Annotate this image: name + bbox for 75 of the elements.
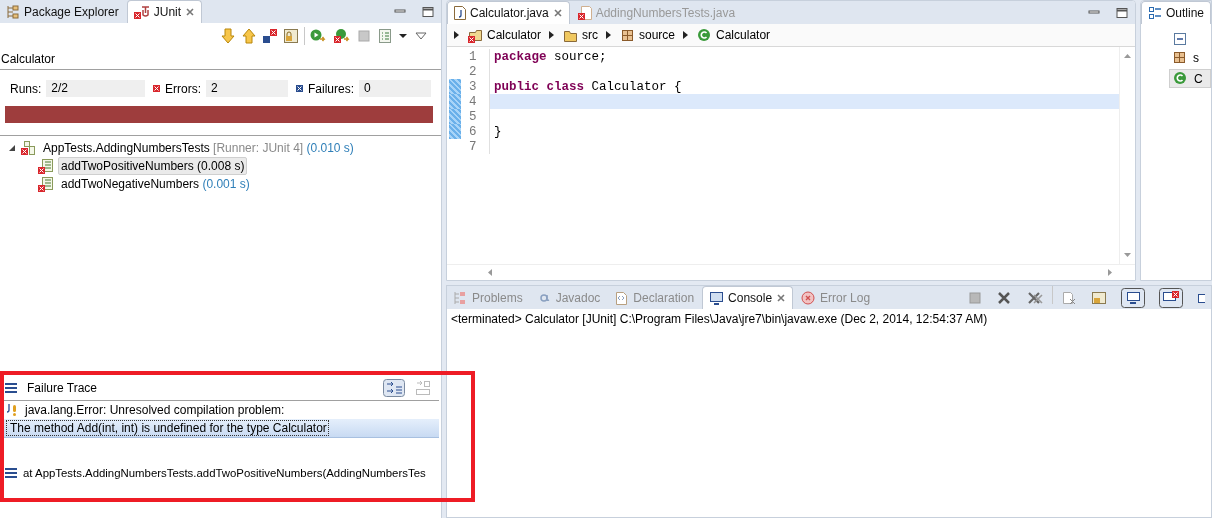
panel-title: Failure Trace [27, 381, 98, 395]
down-arrow-icon[interactable] [219, 28, 236, 44]
scroll-lock-icon[interactable] [282, 28, 299, 44]
breadcrumb-item[interactable]: Calculator [695, 27, 773, 43]
class-icon [697, 27, 713, 43]
java-file-error-icon [577, 5, 592, 20]
expanded-arrow-icon[interactable] [8, 144, 16, 152]
rerun-failed-icon[interactable] [332, 28, 351, 44]
maximize-icon[interactable] [1114, 6, 1129, 19]
scroll-right-icon[interactable] [1106, 268, 1113, 277]
code-line: } [492, 124, 503, 139]
counter-label: Runs: [10, 81, 42, 96]
declaration-icon [614, 290, 630, 305]
trace-line[interactable]: java.lang.Error: Unresolved compilation problem: [23, 402, 287, 418]
pin-console-icon[interactable] [1121, 287, 1145, 308]
view-tab[interactable]: Package Explorer [0, 0, 125, 23]
rerun-icon[interactable] [309, 28, 328, 44]
run-name: Calculator [0, 49, 441, 70]
trace-line[interactable]: at AppTests.AddingNumbersTests.addTwoPositiveNumbers(AddingNumbersTes [22, 466, 427, 480]
clear-console-icon[interactable] [1061, 290, 1077, 305]
breadcrumb-item[interactable]: Calculator [465, 27, 543, 43]
error-log-icon [801, 290, 817, 305]
code-line: public class Calculator { [492, 79, 683, 94]
stack-frame-icon [5, 468, 17, 478]
remove-launch-icon[interactable] [996, 290, 1012, 305]
project-icon [467, 27, 483, 43]
outline-icon [1147, 6, 1162, 20]
scroll-up-icon[interactable] [1122, 53, 1132, 59]
breadcrumb-arrow-icon[interactable] [548, 30, 556, 40]
show-console-error-icon[interactable] [1159, 287, 1183, 308]
failure-icon [295, 85, 303, 92]
test-case-icon [38, 158, 54, 174]
java-file-icon [453, 6, 466, 20]
problems-icon [452, 290, 468, 305]
package-explorer-icon [6, 4, 20, 19]
view-tab[interactable]: Outline [1140, 1, 1211, 24]
outline-item[interactable]: C [1168, 69, 1211, 88]
counter-value: 2 [206, 80, 288, 97]
filter-stack-icon[interactable] [382, 379, 405, 397]
breadcrumb-arrow-icon[interactable] [452, 30, 461, 40]
outline-item[interactable]: s [1168, 49, 1211, 66]
test-suite-item[interactable]: AppTests.AddingNumbersTests [Runner: JUnit 4] (0.010 s) [40, 139, 357, 157]
view-tab[interactable]: JUnit [126, 0, 203, 23]
counter-label: Errors: [165, 81, 201, 96]
maximize-icon[interactable] [420, 5, 435, 18]
breadcrumb-item[interactable]: source [618, 27, 678, 43]
test-case-item[interactable]: addTwoPositiveNumbers (0.008 s) [58, 157, 248, 175]
junit-icon [133, 5, 150, 19]
counter-value: 2/2 [46, 80, 145, 97]
console-icon [709, 291, 725, 305]
collapse-all-icon[interactable] [1172, 32, 1187, 46]
stack-trace-icon [5, 383, 17, 393]
scroll-left-icon[interactable] [486, 268, 493, 277]
scroll-down-icon[interactable] [1122, 252, 1132, 258]
view-tab[interactable]: Console [702, 286, 794, 309]
view-tab[interactable]: Calculator.java [446, 1, 570, 24]
remove-all-icon[interactable] [1026, 290, 1044, 305]
console-output: <terminated> Calculator [JUnit] C:\Program Files\Java\jre7\bin\javaw.exe (Dec 2, 2014, 12:54:37 AM) [449, 311, 989, 328]
test-case-icon [38, 176, 54, 192]
close-icon[interactable] [185, 7, 196, 17]
breadcrumb-item[interactable]: src [561, 27, 600, 43]
failures-only-icon[interactable] [261, 28, 278, 44]
counter-label: Failures: [307, 81, 354, 96]
error-icon [153, 85, 160, 92]
package-icon [1171, 50, 1187, 65]
code-line: package source; [492, 49, 608, 64]
test-suite-icon [20, 140, 36, 156]
package-icon [620, 27, 635, 43]
test-case-item[interactable]: addTwoNegativeNumbers (0.001 s) [58, 175, 253, 193]
close-icon[interactable] [552, 8, 563, 18]
close-icon[interactable] [776, 293, 787, 303]
scroll-lock-icon[interactable] [1091, 290, 1107, 305]
counter-value: 0 [359, 80, 431, 97]
class-icon [1172, 71, 1188, 86]
breadcrumb-arrow-icon[interactable] [605, 30, 613, 40]
